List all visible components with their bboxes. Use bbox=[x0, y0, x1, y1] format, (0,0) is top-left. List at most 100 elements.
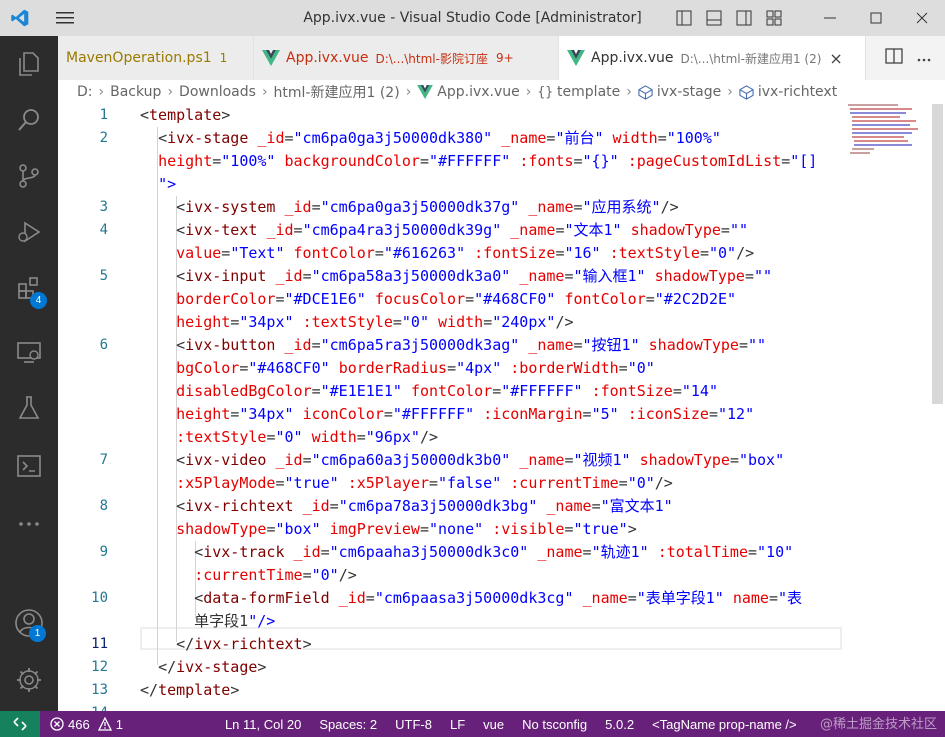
remote-indicator-icon[interactable] bbox=[0, 711, 40, 737]
tab-app-vue-cinema[interactable]: App.ivx.vue D:\...\html-影院订座 9+ bbox=[254, 36, 559, 80]
chevron-right-icon: › bbox=[727, 84, 733, 100]
tab-maven-operation[interactable]: MavenOperation.ps1 1 bbox=[58, 36, 254, 80]
code-line[interactable]: "> bbox=[140, 173, 176, 196]
vue-file-icon bbox=[262, 50, 280, 66]
code-line[interactable]: shadowType="box" imgPreview="none" :visi… bbox=[140, 518, 637, 541]
vue-file-icon bbox=[567, 50, 585, 66]
minimap[interactable] bbox=[848, 104, 930, 164]
scrollbar-thumb[interactable] bbox=[932, 104, 943, 404]
code-line[interactable]: </ivx-stage> bbox=[140, 656, 266, 679]
accounts-icon[interactable]: 1 bbox=[0, 595, 58, 651]
breadcrumb-folder[interactable]: html-新建应用1 (2) bbox=[274, 82, 400, 102]
code-line[interactable]: <ivx-video _id="cm6pa60a3j50000dk3b0" _n… bbox=[140, 449, 784, 472]
error-icon bbox=[50, 717, 64, 731]
editor-tabs: MavenOperation.ps1 1 App.ivx.vue D:\...\… bbox=[58, 36, 945, 80]
line-number: 10 bbox=[91, 590, 108, 606]
code-line[interactable]: <ivx-input _id="cm6pa58a3j50000dk3a0" _n… bbox=[140, 265, 772, 288]
more-actions-icon[interactable] bbox=[917, 51, 931, 66]
element-cube-icon bbox=[739, 84, 754, 100]
minimize-icon[interactable] bbox=[807, 0, 853, 36]
code-line[interactable]: <template> bbox=[140, 104, 230, 127]
title-bar: App.ivx.vue - Visual Studio Code [Admini… bbox=[0, 0, 945, 36]
explorer-icon[interactable] bbox=[0, 36, 58, 92]
line-number: 14 bbox=[58, 702, 108, 711]
line-number: 1 bbox=[99, 107, 108, 123]
source-control-icon[interactable] bbox=[0, 148, 58, 204]
code-line[interactable]: <ivx-system _id="cm6pa0ga3j50000dk37g" _… bbox=[140, 196, 679, 219]
search-icon[interactable] bbox=[0, 92, 58, 148]
maximize-icon[interactable] bbox=[853, 0, 899, 36]
indentation[interactable]: Spaces: 2 bbox=[310, 717, 386, 732]
code-line[interactable]: </template> bbox=[140, 679, 239, 702]
testing-flask-icon[interactable] bbox=[0, 380, 58, 436]
chevron-right-icon: › bbox=[525, 84, 532, 100]
tag-name-case[interactable]: <TagName prop-name /> bbox=[643, 717, 806, 732]
code-line[interactable]: <ivx-richtext _id="cm6pa78a3j50000dk3bg"… bbox=[140, 495, 673, 518]
code-line[interactable]: :textStyle="0" width="96px"/> bbox=[140, 426, 438, 449]
line-number: 7 bbox=[99, 452, 108, 468]
toggle-panel-icon[interactable] bbox=[703, 7, 725, 29]
code-line[interactable]: borderColor="#DCE1E6" focusColor="#468CF… bbox=[140, 288, 736, 311]
tab-label: App.ivx.vue bbox=[286, 50, 369, 66]
toggle-secondary-sidebar-icon[interactable] bbox=[733, 7, 755, 29]
tab-problem-count: 9+ bbox=[495, 51, 514, 65]
toggle-primary-sidebar-icon[interactable] bbox=[673, 7, 695, 29]
line-number: 11 bbox=[91, 636, 108, 652]
tsconfig-status[interactable]: No tsconfig bbox=[513, 717, 596, 732]
cursor-position[interactable]: Ln 11, Col 20 bbox=[216, 717, 310, 732]
close-window-icon[interactable] bbox=[899, 0, 945, 36]
breadcrumb-drive[interactable]: D: bbox=[77, 84, 93, 100]
breadcrumb-template[interactable]: template bbox=[557, 84, 620, 100]
code-line[interactable]: <data-formField _id="cm6paasa3j50000dk3c… bbox=[140, 587, 802, 610]
language-mode[interactable]: vue bbox=[474, 717, 513, 732]
code-editor[interactable]: 1 <template> 2 <ivx-stage _id="cm6pa0ga3j5… bbox=[58, 104, 945, 711]
extensions-icon[interactable]: 4 bbox=[0, 260, 58, 316]
breadcrumb-ivx-richtext[interactable]: ivx-richtext bbox=[758, 84, 837, 100]
code-line[interactable]: value="Text" fontColor="#616263" :fontSi… bbox=[140, 242, 754, 265]
menu-hamburger-icon[interactable] bbox=[40, 0, 90, 36]
terminal-icon[interactable] bbox=[0, 438, 58, 494]
watermark: @稀土掘金技术社区 bbox=[819, 717, 937, 732]
code-line[interactable]: height="34px" iconColor="#FFFFFF" :iconM… bbox=[140, 403, 754, 426]
code-line[interactable]: height="34px" :textStyle="0" width="240p… bbox=[140, 311, 573, 334]
vue-file-icon bbox=[417, 85, 434, 99]
code-line[interactable]: :x5PlayMode="true" :x5Player="false" :cu… bbox=[140, 472, 673, 495]
breadcrumb-downloads[interactable]: Downloads bbox=[179, 84, 256, 100]
line-number: 2 bbox=[99, 130, 108, 146]
braces-icon: {} bbox=[537, 84, 554, 100]
code-line[interactable]: disabledBgColor="#E1E1E1" fontColor="#FF… bbox=[140, 380, 718, 403]
code-line[interactable]: bgColor="#468CF0" borderRadius="4px" :bo… bbox=[140, 357, 655, 380]
line-number: 8 bbox=[99, 498, 108, 514]
code-line[interactable]: <ivx-stage _id="cm6pa0ga3j50000dk380" _n… bbox=[140, 127, 721, 150]
problems-indicator[interactable]: 466 1 bbox=[40, 717, 132, 732]
remote-explorer-icon[interactable] bbox=[0, 324, 58, 380]
code-line[interactable]: </ivx-richtext> bbox=[140, 633, 311, 656]
chevron-right-icon: › bbox=[626, 84, 632, 100]
code-line[interactable]: 单字段1"/> bbox=[140, 610, 275, 633]
settings-gear-icon[interactable] bbox=[0, 652, 58, 708]
customize-layout-icon[interactable] bbox=[763, 7, 785, 29]
breadcrumb-backup[interactable]: Backup bbox=[110, 84, 161, 100]
breadcrumb: D: › Backup › Downloads › html-新建应用1 (2) › A… bbox=[58, 80, 945, 104]
ts-version[interactable]: 5.0.2 bbox=[596, 717, 643, 732]
encoding[interactable]: UTF-8 bbox=[386, 717, 441, 732]
code-line[interactable]: <ivx-text _id="cm6pa4ra3j50000dk39g" _na… bbox=[140, 219, 748, 242]
code-line[interactable]: height="100%" backgroundColor="#FFFFFF" … bbox=[140, 150, 817, 173]
code-line[interactable]: <ivx-track _id="cm6paaha3j50000dk3c0" _n… bbox=[140, 541, 793, 564]
more-icon[interactable] bbox=[0, 496, 58, 552]
tab-label: App.ivx.vue bbox=[591, 50, 674, 66]
vscode-logo-icon bbox=[0, 0, 40, 36]
warning-icon bbox=[97, 717, 112, 731]
chevron-right-icon: › bbox=[405, 84, 412, 100]
split-editor-icon[interactable] bbox=[885, 48, 903, 68]
line-number: 12 bbox=[91, 659, 108, 675]
breadcrumb-file[interactable]: App.ivx.vue bbox=[437, 84, 519, 100]
end-of-line[interactable]: LF bbox=[441, 717, 474, 732]
code-line[interactable]: <ivx-button _id="cm6pa5ra3j50000dk3ag" _… bbox=[140, 334, 766, 357]
tab-app-vue-new-app[interactable]: App.ivx.vue D:\...\html-新建应用1 (2) × bbox=[559, 36, 866, 80]
line-number: 4 bbox=[99, 222, 108, 238]
code-line[interactable]: :currentTime="0"/> bbox=[140, 564, 357, 587]
run-debug-icon[interactable] bbox=[0, 204, 58, 260]
breadcrumb-ivx-stage[interactable]: ivx-stage bbox=[657, 84, 721, 100]
tab-close-icon[interactable]: × bbox=[829, 49, 842, 68]
